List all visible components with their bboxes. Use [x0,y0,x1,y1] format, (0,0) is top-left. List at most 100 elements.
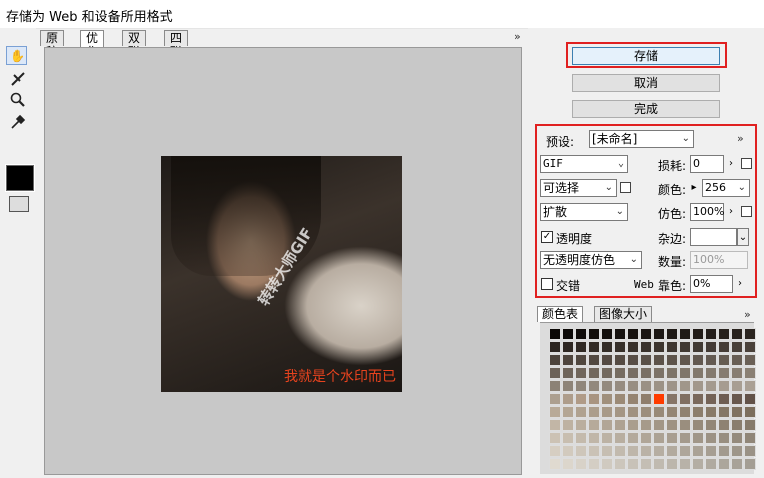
palette-swatch[interactable] [614,341,626,353]
palette-swatch[interactable] [640,393,652,405]
palette-swatch[interactable] [731,328,743,340]
palette-swatch[interactable] [614,419,626,431]
palette-swatch[interactable] [588,367,600,379]
palette-swatch[interactable] [679,393,691,405]
palette-swatch[interactable] [731,380,743,392]
palette-swatch[interactable] [679,341,691,353]
palette-swatch[interactable] [562,432,574,444]
palette-swatch[interactable] [666,419,678,431]
palette-swatch[interactable] [744,432,756,444]
palette-swatch[interactable] [614,393,626,405]
palette-swatch[interactable] [718,328,730,340]
reduction-mask-icon[interactable] [620,182,631,193]
palette-swatch[interactable] [562,419,574,431]
tab-original[interactable]: 原稿 [40,30,65,59]
palette-swatch[interactable] [562,367,574,379]
format-select[interactable]: GIF ⌄ [540,155,628,173]
palette-swatch[interactable] [705,354,717,366]
palette-swatch[interactable] [562,354,574,366]
palette-swatch[interactable] [744,341,756,353]
palette-swatch[interactable] [601,432,613,444]
save-button[interactable]: 存储 [572,47,720,65]
palette-swatch[interactable] [614,380,626,392]
palette-swatch[interactable] [718,458,730,470]
web-snap-slider-arrow-icon[interactable]: › [734,275,746,293]
palette-swatch[interactable] [640,367,652,379]
palette-swatch[interactable] [575,445,587,457]
palette-swatch[interactable] [627,406,639,418]
palette-swatch[interactable] [692,445,704,457]
palette-swatch[interactable] [653,380,665,392]
palette-swatch[interactable] [666,458,678,470]
palette-swatch[interactable] [575,419,587,431]
palette-swatch[interactable] [744,445,756,457]
toggle-slices-visibility-icon[interactable] [9,196,29,212]
palette-swatch[interactable] [744,354,756,366]
palette-swatch[interactable] [601,341,613,353]
palette-swatch[interactable] [705,458,717,470]
tab-optimized[interactable]: 优化 [80,30,105,59]
colors-select[interactable]: 256 ⌄ [702,179,750,197]
palette-swatch[interactable] [562,380,574,392]
palette-swatch[interactable] [718,393,730,405]
color-reduction-select[interactable]: 可选择 ⌄ [540,179,617,197]
palette-swatch[interactable] [588,406,600,418]
palette-swatch[interactable] [614,432,626,444]
palette-swatch[interactable] [718,380,730,392]
palette-swatch[interactable] [666,341,678,353]
palette-swatch[interactable] [588,432,600,444]
palette-swatch[interactable] [653,419,665,431]
palette-swatch[interactable] [731,432,743,444]
palette-swatch[interactable] [575,367,587,379]
palette-swatch[interactable] [653,328,665,340]
colors-decrement-icon[interactable]: ▸ [688,179,700,197]
palette-swatch[interactable] [549,406,561,418]
palette-swatch[interactable] [692,341,704,353]
palette-swatch[interactable] [627,432,639,444]
palette-swatch[interactable] [549,445,561,457]
preset-select[interactable]: [未命名] ⌄ [589,130,694,148]
palette-swatch[interactable] [705,419,717,431]
palette-swatch[interactable] [692,458,704,470]
hand-tool-icon[interactable]: ✋ [6,46,27,65]
palette-swatch[interactable] [731,419,743,431]
dither-mask-icon[interactable] [741,206,752,217]
palette-swatch[interactable] [679,432,691,444]
lossy-input[interactable]: 0 [690,155,724,173]
palette-swatch[interactable] [549,367,561,379]
palette-swatch[interactable] [718,367,730,379]
palette-swatch[interactable] [666,393,678,405]
palette-swatch[interactable] [562,328,574,340]
palette-swatch[interactable] [666,380,678,392]
palette-swatch[interactable] [549,419,561,431]
palette-swatch[interactable] [627,393,639,405]
palette-swatch[interactable] [601,367,613,379]
palette-swatch[interactable] [614,328,626,340]
palette-swatch[interactable] [640,341,652,353]
palette-swatch[interactable] [679,380,691,392]
palette-swatch[interactable] [705,341,717,353]
tab-4-up[interactable]: 四联 [164,30,189,59]
lossy-mask-icon[interactable] [741,158,752,169]
palette-swatch[interactable] [692,406,704,418]
palette-swatch[interactable] [627,445,639,457]
zoom-tool-icon[interactable] [7,90,29,110]
palette-swatch[interactable] [705,406,717,418]
palette-swatch[interactable] [653,445,665,457]
palette-swatch[interactable] [744,393,756,405]
palette-swatch[interactable] [588,458,600,470]
palette-swatch[interactable] [575,458,587,470]
palette-swatch[interactable] [666,328,678,340]
palette-swatch[interactable] [549,341,561,353]
palette-swatch[interactable] [575,354,587,366]
palette-swatch[interactable] [614,354,626,366]
palette-swatch[interactable] [549,458,561,470]
palette-swatch[interactable] [731,445,743,457]
palette-swatch[interactable] [744,419,756,431]
palette-swatch[interactable] [666,354,678,366]
palette-swatch[interactable] [731,341,743,353]
palette-swatch[interactable] [666,432,678,444]
palette-swatch[interactable] [627,458,639,470]
palette-swatch[interactable] [588,393,600,405]
transparency-dither-select[interactable]: 无透明度仿色 ⌄ [540,251,642,269]
